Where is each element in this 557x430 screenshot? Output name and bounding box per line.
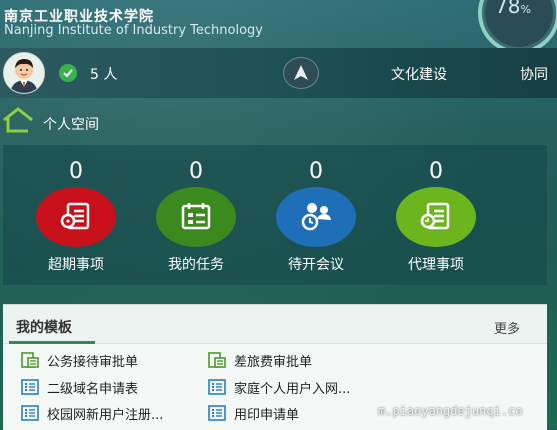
- personal-space-title: 个人空间: [43, 117, 99, 133]
- nav-item-culture[interactable]: 文化建设: [391, 64, 447, 84]
- online-count: 5 人: [90, 67, 118, 83]
- template-item-seal[interactable]: 用印申请单: [208, 403, 388, 423]
- template-item-home-network[interactable]: 家庭个人用户入网...: [208, 377, 388, 397]
- template-item-reception[interactable]: 公务接待审批单: [21, 350, 201, 370]
- stat-task-count: 0: [189, 159, 203, 184]
- form-green-icon: [21, 352, 39, 368]
- overdue-button[interactable]: [36, 187, 116, 247]
- template-item-campus-register[interactable]: 校园网新用户注册...: [21, 403, 201, 423]
- list-blue-icon: [208, 405, 226, 421]
- templates-header: 我的模板 更多: [3, 305, 547, 344]
- avatar[interactable]: [3, 52, 45, 94]
- stat-overdue-count: 0: [69, 159, 83, 184]
- form-green-icon: [208, 352, 226, 368]
- list-blue-icon: [21, 405, 39, 421]
- stat-meeting-count: 0: [309, 159, 323, 184]
- meeting-icon: [301, 203, 331, 231]
- school-name-en: Nanjing Institute of Industry Technology: [4, 23, 263, 38]
- templates-title[interactable]: 我的模板: [16, 317, 72, 337]
- stat-meeting-label: 待开会议: [288, 257, 344, 273]
- my-task-button[interactable]: [156, 187, 236, 247]
- meeting-button[interactable]: [276, 187, 356, 247]
- list-blue-icon: [21, 379, 39, 395]
- stat-overdue-label: 超期事项: [48, 257, 104, 273]
- home-icon: [2, 107, 34, 137]
- user-avatar-icon: [4, 53, 44, 93]
- template-item-travel[interactable]: 差旅费审批单: [208, 350, 388, 370]
- template-item-domain[interactable]: 二级域名申请表: [21, 377, 201, 397]
- stat-proxy-label: 代理事项: [408, 257, 464, 273]
- watermark-text: m.piaoyangdejunqi.co: [378, 404, 523, 418]
- proxy-button[interactable]: [396, 187, 476, 247]
- navigation-arrow-icon: [294, 65, 308, 80]
- list-blue-icon: [208, 379, 226, 395]
- header: 南京工业职业技术学院 Nanjing Institute of Industry…: [0, 0, 557, 48]
- stat-task-label: 我的任务: [168, 257, 224, 273]
- proxy-icon: [420, 202, 450, 230]
- stat-proxy-count: 0: [429, 159, 443, 184]
- templates-more-link[interactable]: 更多: [494, 318, 520, 337]
- overdue-icon: [60, 202, 90, 230]
- nav-up-arrow-button[interactable]: [283, 57, 319, 89]
- task-icon: [181, 203, 211, 230]
- nav-item-collaboration[interactable]: 协同: [520, 64, 548, 84]
- navbar: [0, 48, 557, 98]
- online-status-icon: [59, 64, 77, 82]
- gauge-value: 78%: [495, 0, 531, 18]
- templates-tab-underline: [9, 341, 95, 344]
